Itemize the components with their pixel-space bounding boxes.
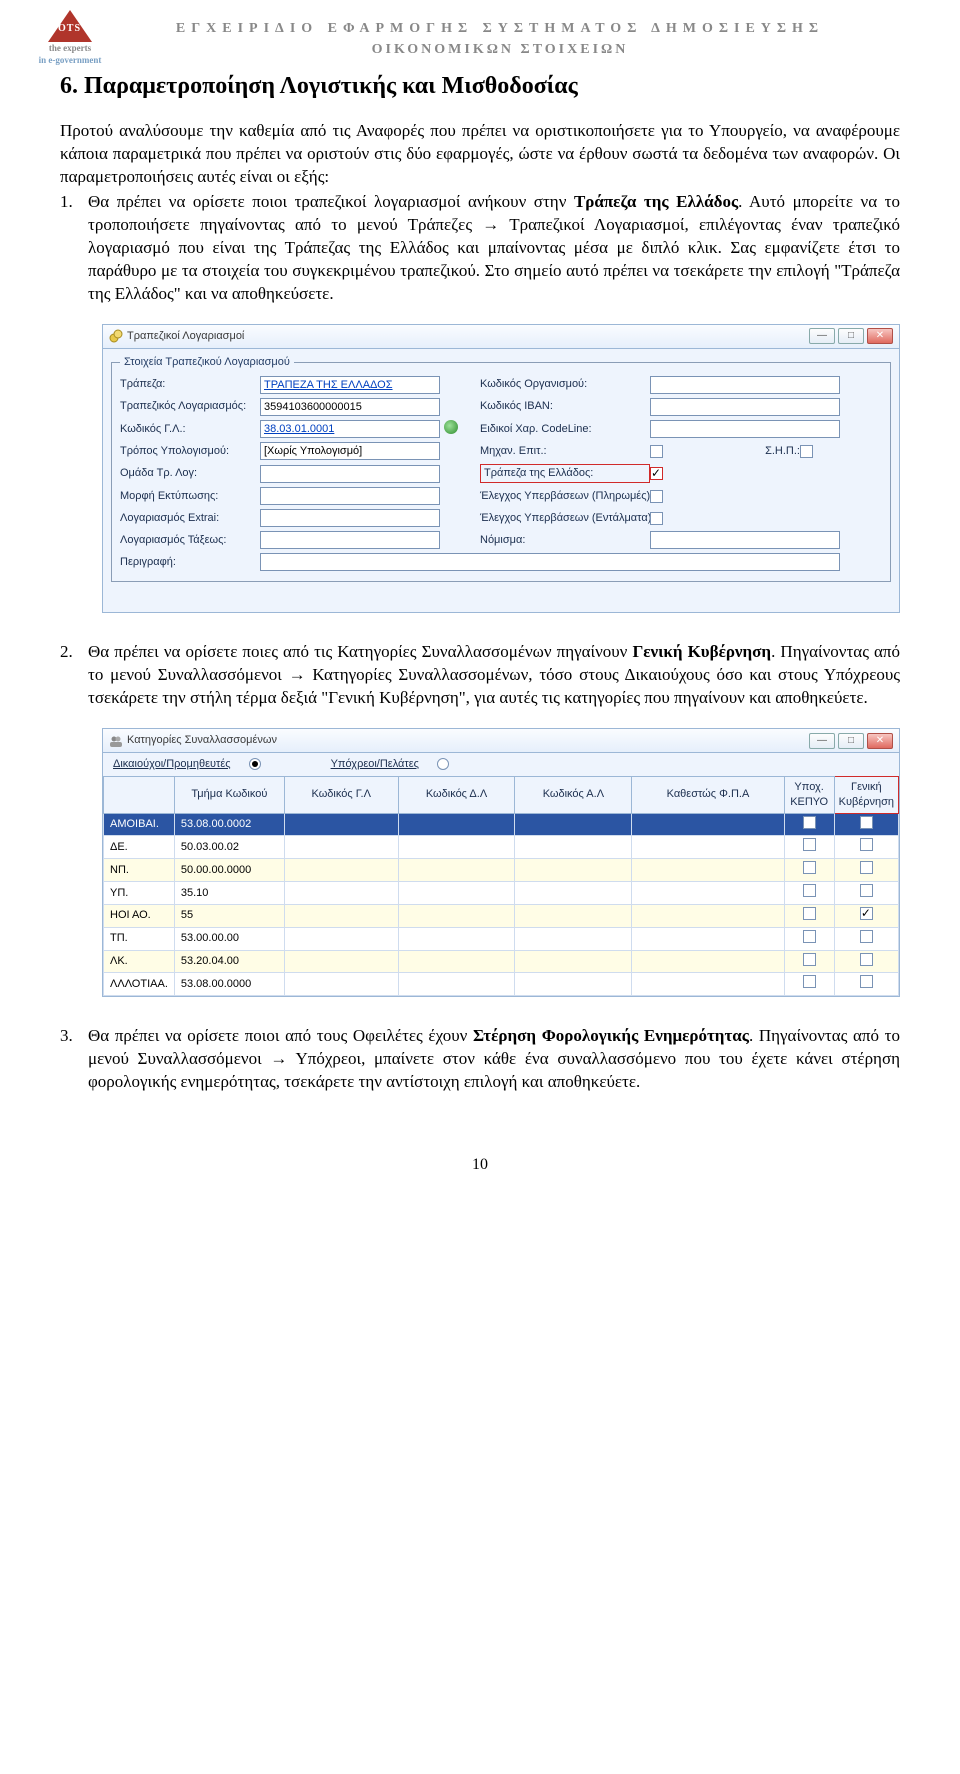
gov-checkbox[interactable] (860, 975, 873, 988)
window-title-2: Κατηγορίες Συναλλασσομένων (127, 733, 809, 748)
close-button[interactable]: ✕ (867, 328, 893, 344)
label-iban: Κωδικός IBAN: (480, 399, 650, 414)
extrai-input[interactable] (260, 509, 440, 527)
radio-suppliers[interactable] (249, 758, 261, 770)
list-item-1: 1. Θα πρέπει να ορίσετε ποιοι τραπεζικοί… (60, 191, 900, 306)
maximize-button-2[interactable]: □ (838, 733, 864, 749)
table-header: Τμήμα Κωδικού (174, 776, 284, 813)
gov-checkbox[interactable] (860, 884, 873, 897)
coins-icon (109, 329, 123, 343)
table-header: Υποχ. ΚΕΠΥΟ (784, 776, 834, 813)
calc-method-input[interactable] (260, 442, 440, 460)
label-description: Περιγραφή: (120, 555, 260, 570)
page-number: 10 (60, 1154, 900, 1176)
table-header: Κωδικός Γ.Λ (284, 776, 398, 813)
table-header: Καθεστώς Φ.Π.Α (632, 776, 784, 813)
table-header: Κωδικός Δ.Λ (398, 776, 515, 813)
section-title: 6. Παραμετροποίηση Λογιστικής και Μισθοδ… (60, 70, 900, 102)
radio-suppliers-label: Δικαιούχοι/Προμηθευτές (113, 757, 231, 772)
minimize-button[interactable]: — (809, 328, 835, 344)
label-group: Ομάδα Τρ. Λογ: (120, 466, 260, 481)
check-pay-checkbox[interactable] (650, 490, 663, 503)
gl-code-input[interactable] (260, 420, 440, 438)
table-row[interactable]: ΛΚ.53.20.04.00 (104, 950, 899, 973)
iban-input[interactable] (650, 398, 840, 416)
table-row[interactable]: ΤΠ.53.00.00.00 (104, 927, 899, 950)
label-check-pay: Έλεγχος Υπερβάσεων (Πληρωμές): (480, 489, 650, 504)
table-header: Κωδικός Α.Λ (515, 776, 632, 813)
kepyo-checkbox[interactable] (803, 975, 816, 988)
table-header: Γενική Κυβέρνηση (834, 776, 898, 813)
bank-accounts-window: Τραπεζικοί Λογαριασμοί — □ ✕ Στοιχεία Τρ… (102, 324, 900, 614)
description-input[interactable] (260, 553, 840, 571)
kepyo-checkbox[interactable] (803, 838, 816, 851)
label-tax-account: Λογαριασμός Τάξεως: (120, 533, 260, 548)
search-icon[interactable] (440, 420, 480, 439)
label-codeline: Ειδικοί Χαρ. CodeLine: (480, 422, 650, 437)
window-titlebar-2: Κατηγορίες Συναλλασσομένων — □ ✕ (102, 728, 900, 752)
maximize-button[interactable]: □ (838, 328, 864, 344)
window-title: Τραπεζικοί Λογαριασμοί (127, 329, 809, 344)
categories-table: Τμήμα ΚωδικούΚωδικός Γ.ΛΚωδικός Δ.ΛΚωδικ… (103, 776, 899, 996)
label-bank: Τράπεζα: (120, 377, 260, 392)
kepyo-checkbox[interactable] (803, 861, 816, 874)
bank-of-greece-checkbox[interactable] (650, 467, 663, 480)
label-gl-code: Κωδικός Γ.Λ.: (120, 422, 260, 437)
account-input[interactable] (260, 398, 440, 416)
radio-customers-label: Υπόχρεοι/Πελάτες (331, 757, 419, 772)
gov-checkbox[interactable] (860, 907, 873, 920)
check-ent-checkbox[interactable] (650, 512, 663, 525)
list-item-3: 3. Θα πρέπει να ορίσετε ποιοι από τους Ο… (60, 1025, 900, 1094)
doc-header-line1: ΕΓΧΕΙΡΙΔΙΟ ΕΦΑΡΜΟΓΗΣ ΣΥΣΤΗΜΑΤΟΣ ΔΗΜΟΣΙΕΥ… (100, 20, 900, 39)
label-account: Τραπεζικός Λογαριασμός: (120, 399, 260, 414)
label-bank-of-greece: Τράπεζα της Ελλάδος: (480, 464, 650, 483)
kepyo-checkbox[interactable] (803, 884, 816, 897)
kepyo-checkbox[interactable] (803, 930, 816, 943)
logo: the experts in e-government (30, 10, 110, 66)
radio-customers[interactable] (437, 758, 449, 770)
close-button-2[interactable]: ✕ (867, 733, 893, 749)
currency-input[interactable] (650, 531, 840, 549)
label-calc-method: Τρόπος Υπολογισμού: (120, 444, 260, 459)
table-row[interactable]: ΛΛΛΟΤΙΑΑ. 53.08.00.0000 (104, 973, 899, 996)
table-header (104, 776, 175, 813)
label-print-format: Μορφή Εκτύπωσης: (120, 489, 260, 504)
mech-check-checkbox[interactable] (650, 445, 663, 458)
gov-checkbox[interactable] (860, 838, 873, 851)
table-row[interactable]: ΥΠ.35.10 (104, 882, 899, 905)
tax-account-input[interactable] (260, 531, 440, 549)
gov-checkbox[interactable] (860, 861, 873, 874)
window-titlebar: Τραπεζικοί Λογαριασμοί — □ ✕ (102, 324, 900, 348)
gov-checkbox[interactable] (860, 953, 873, 966)
table-row[interactable]: ΝΠ.50.00.00.0000 (104, 859, 899, 882)
print-format-input[interactable] (260, 487, 440, 505)
label-currency: Νόμισμα: (480, 533, 650, 548)
bank-input[interactable] (260, 376, 440, 394)
kepyo-checkbox[interactable] (803, 907, 816, 920)
table-row[interactable]: ΑΜΟΙΒΑΙ.53.08.00.0002 (104, 813, 899, 836)
table-row[interactable]: ΗΟΙ ΑΟ.55 (104, 904, 899, 927)
table-row[interactable]: ΔΕ.50.03.00.02 (104, 836, 899, 859)
people-icon (109, 734, 123, 748)
label-extrai: Λογαριασμός Extrai: (120, 511, 260, 526)
org-code-input[interactable] (650, 376, 840, 394)
fieldset-legend: Στοιχεία Τραπεζικού Λογαριασμού (120, 355, 294, 370)
gov-checkbox[interactable] (860, 816, 873, 829)
label-shp: Σ.Η.Π.: (740, 444, 800, 459)
kepyo-checkbox[interactable] (803, 953, 816, 966)
list-item-2: 2. Θα πρέπει να ορίσετε ποιες από τις Κα… (60, 641, 900, 710)
doc-header-line2: ΟΙΚΟΝΟΜΙΚΩΝ ΣΤΟΙΧΕΙΩΝ (100, 41, 900, 60)
label-org-code: Κωδικός Οργανισμού: (480, 377, 650, 392)
kepyo-checkbox[interactable] (803, 816, 816, 829)
label-check-ent: Έλεγχος Υπερβάσεων (Εντάλματα): (480, 511, 650, 526)
categories-window: Κατηγορίες Συναλλασσομένων — □ ✕ Δικαιού… (102, 728, 900, 997)
codeline-input[interactable] (650, 420, 840, 438)
gov-checkbox[interactable] (860, 930, 873, 943)
label-mech-check: Μηχαν. Επιτ.: (480, 444, 650, 459)
intro-paragraph: Προτού αναλύσουμε την καθεμία από τις Αν… (60, 120, 900, 189)
shp-checkbox[interactable] (800, 445, 813, 458)
minimize-button-2[interactable]: — (809, 733, 835, 749)
group-input[interactable] (260, 465, 440, 483)
